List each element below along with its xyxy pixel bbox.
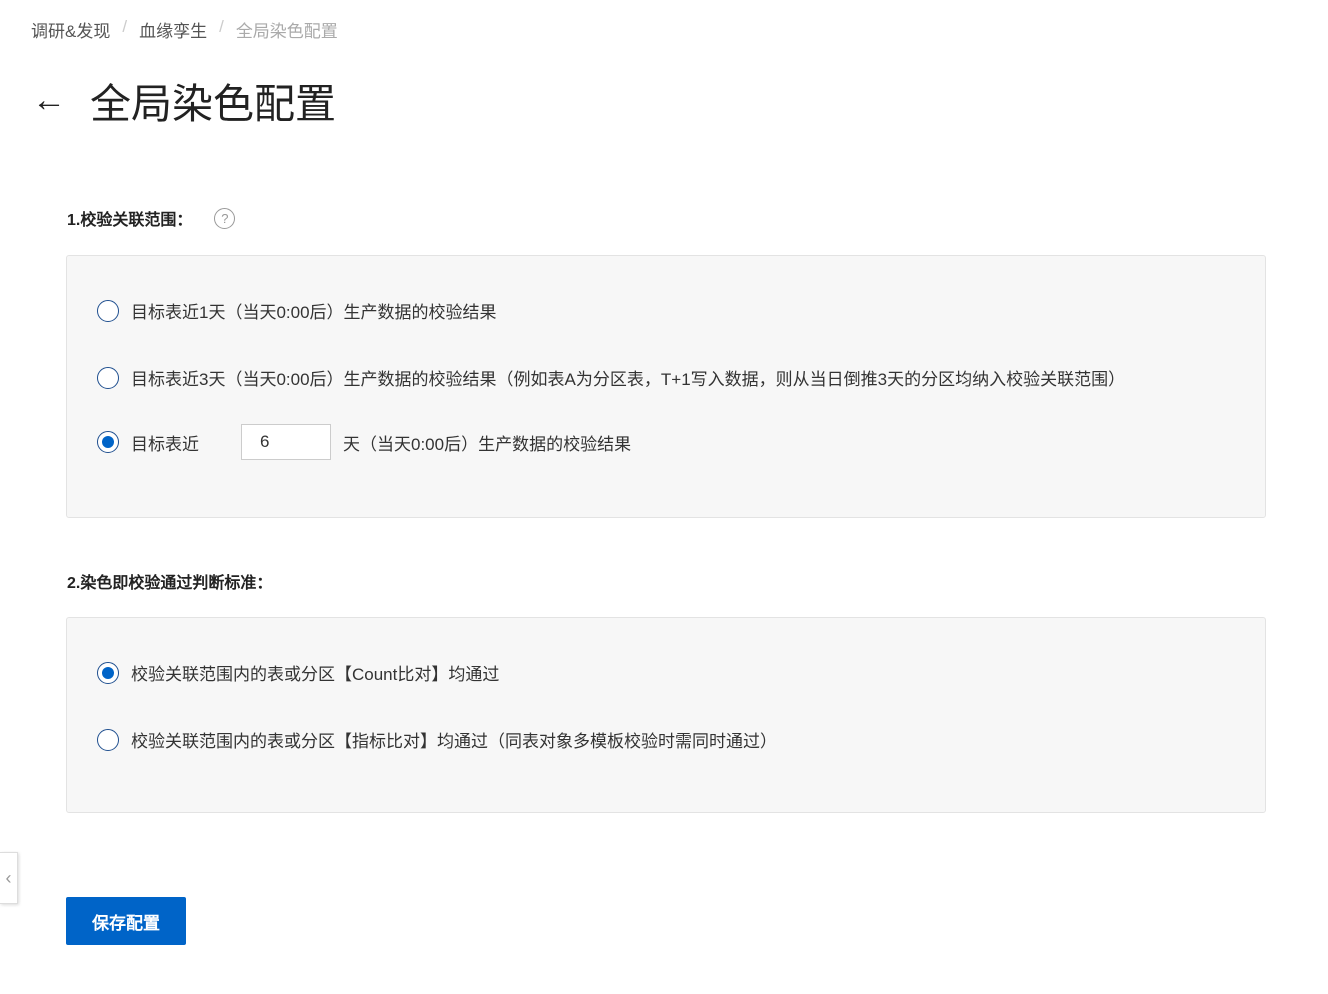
back-arrow-icon[interactable]: ← bbox=[32, 81, 90, 120]
criteria-option-metric[interactable]: 校验关联范围内的表或分区【指标比对】均通过（同表对象多模板校验时需同时通过） bbox=[97, 727, 777, 752]
radio-button-checked[interactable] bbox=[97, 661, 119, 684]
scope-options-panel: 目标表近1天（当天0:00后）生产数据的校验结果 目标表近3天（当天0:00后）… bbox=[66, 255, 1266, 518]
option-label: 目标表近3天（当天0:00后）生产数据的校验结果（例如表A为分区表，T+1写入数… bbox=[131, 370, 1126, 389]
radio-button[interactable] bbox=[97, 299, 119, 322]
breadcrumb-item[interactable]: 调研&发现 bbox=[31, 17, 110, 42]
option-label: 目标表近 bbox=[131, 434, 199, 454]
option-label: 校验关联范围内的表或分区【指标比对】均通过（同表对象多模板校验时需同时通过） bbox=[131, 732, 777, 751]
scope-option-3day[interactable]: 目标表近3天（当天0:00后）生产数据的校验结果（例如表A为分区表，T+1写入数… bbox=[97, 365, 1125, 390]
option-label-suffix: 天（当天0:00后）生产数据的校验结果 bbox=[343, 434, 632, 454]
section-label-text: 2.染色即校验通过判断标准： bbox=[67, 575, 273, 592]
criteria-option-count[interactable]: 校验关联范围内的表或分区【Count比对】均通过 bbox=[97, 660, 499, 685]
collapse-sidebar-chevron-left-icon[interactable]: ‹ bbox=[0, 852, 18, 904]
breadcrumb-current: 全局染色配置 bbox=[235, 22, 338, 41]
days-input[interactable] bbox=[241, 424, 331, 460]
radio-button[interactable] bbox=[97, 366, 119, 389]
section-label-scope: 1.校验关联范围： ? bbox=[67, 206, 236, 230]
option-label: 目标表近1天（当天0:00后）生产数据的校验结果 bbox=[131, 303, 497, 322]
breadcrumb: 调研&发现 / 血缘孪生 / 全局染色配置 bbox=[31, 17, 338, 42]
scope-option-1day[interactable]: 目标表近1天（当天0:00后）生产数据的校验结果 bbox=[97, 298, 497, 323]
section-label-criteria: 2.染色即校验通过判断标准： bbox=[67, 569, 272, 593]
help-icon[interactable]: ? bbox=[214, 207, 236, 229]
option-label: 校验关联范围内的表或分区【Count比对】均通过 bbox=[131, 665, 500, 684]
page-title: 全局染色配置 bbox=[90, 81, 336, 127]
radio-button[interactable] bbox=[97, 728, 119, 751]
criteria-options-panel: 校验关联范围内的表或分区【Count比对】均通过 校验关联范围内的表或分区【指标… bbox=[66, 617, 1266, 813]
breadcrumb-item[interactable]: 血缘孪生 bbox=[139, 17, 207, 42]
save-config-button[interactable]: 保存配置 bbox=[66, 897, 186, 945]
radio-button-checked[interactable] bbox=[97, 431, 119, 453]
scope-option-custom[interactable]: 目标表近 天（当天0:00后）生产数据的校验结果 bbox=[97, 424, 631, 460]
section-label-text: 1.校验关联范围： bbox=[67, 212, 193, 229]
